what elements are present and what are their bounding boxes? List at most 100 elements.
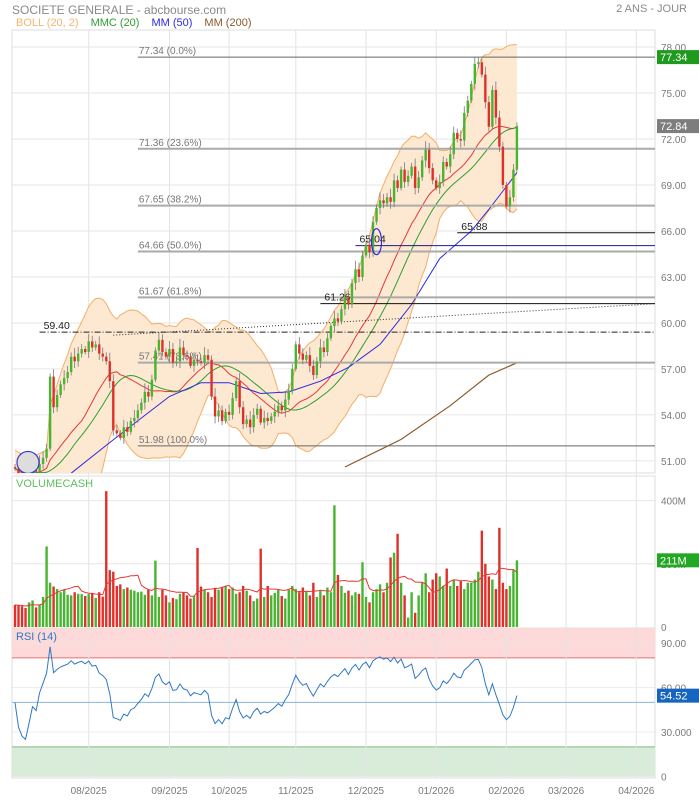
- volume-bar: [466, 582, 469, 627]
- volume-bar: [101, 596, 104, 627]
- volume-bar: [508, 585, 512, 627]
- volume-last-badge: 211M: [660, 555, 687, 567]
- fibonacci-label: 77.34 (0.0%): [139, 46, 196, 57]
- candle-body: [347, 296, 350, 305]
- price-tick-label: 60.00: [661, 319, 686, 330]
- x-tick-label: 01/2026: [418, 786, 455, 797]
- candle-body: [206, 355, 210, 360]
- candle-body: [48, 376, 52, 449]
- volume-bar: [273, 592, 276, 627]
- volume-bar: [399, 582, 403, 627]
- volume-bar: [217, 589, 220, 627]
- stock-chart[interactable]: 08/2025 09/2025 10/2025 11/2025 12/2025 01/20…: [0, 0, 699, 800]
- volume-bar: [98, 592, 101, 627]
- volume-bar: [413, 612, 417, 627]
- candle-body: [368, 244, 371, 253]
- candle-body: [259, 408, 262, 423]
- candle-body: [126, 427, 129, 432]
- candle-body: [234, 381, 238, 399]
- volume-bar: [438, 576, 441, 627]
- volume-bar: [94, 597, 97, 627]
- volume-bar: [203, 589, 206, 627]
- candle-body: [491, 89, 494, 127]
- volume-bar: [80, 594, 83, 627]
- volume-bar: [357, 593, 361, 627]
- volume-bar: [470, 582, 473, 627]
- candle-body: [435, 180, 438, 189]
- candle-body: [84, 349, 87, 353]
- candle-body: [150, 379, 154, 397]
- volume-bar: [294, 589, 297, 627]
- volume-bar: [319, 590, 322, 627]
- volume-bar: [431, 579, 434, 627]
- x-tick-label: 04/2026: [618, 786, 655, 797]
- candle-body: [196, 359, 199, 362]
- volume-bar: [20, 606, 24, 627]
- candle-body: [427, 149, 431, 169]
- candle-body: [80, 349, 83, 354]
- candle-body: [168, 349, 171, 357]
- candle-body: [203, 355, 206, 363]
- candle-body: [449, 154, 452, 167]
- candle-body: [508, 197, 512, 207]
- candle-body: [52, 376, 55, 408]
- volume-bar: [24, 608, 27, 627]
- volume-bar: [41, 596, 45, 627]
- volume-bar: [378, 584, 382, 627]
- candle-body: [178, 347, 182, 362]
- volume-bar: [171, 597, 175, 627]
- fibonacci-label: 64.66 (50.0%): [139, 241, 202, 252]
- candle-body: [252, 414, 255, 428]
- candle-body: [326, 338, 329, 353]
- candle-body: [477, 62, 480, 64]
- volume-bar: [371, 592, 375, 627]
- candle-body: [238, 381, 241, 408]
- candle-body: [157, 339, 161, 351]
- candle-body: [105, 356, 108, 362]
- candle-body: [487, 102, 491, 127]
- x-tick-label: 10/2025: [211, 786, 248, 797]
- candle-body: [69, 356, 73, 372]
- volume-bar: [452, 579, 455, 627]
- volume-bar: [59, 592, 62, 627]
- candle-body: [392, 180, 396, 202]
- volume-bar: [119, 584, 122, 627]
- volume-bar: [484, 563, 487, 627]
- candle-body: [512, 169, 515, 198]
- candle-body: [199, 361, 203, 363]
- fibonacci-label: 67.65 (38.2%): [139, 195, 202, 206]
- volume-bar: [154, 560, 157, 627]
- volume-bar: [396, 533, 399, 627]
- volume-bar: [48, 582, 52, 627]
- highlight-circle: [16, 450, 40, 473]
- candle-body: [192, 359, 196, 366]
- candle-body: [91, 341, 94, 348]
- candle: [501, 141, 505, 189]
- volume-bar: [287, 589, 290, 627]
- volume-bar: [213, 588, 217, 627]
- candle-body: [396, 180, 399, 189]
- candle-body: [308, 355, 312, 366]
- rsi-tick-label: 90.00: [661, 639, 686, 650]
- volume-bar: [87, 594, 90, 627]
- candle-body: [241, 407, 245, 425]
- volume-bar: [336, 574, 340, 627]
- candle-body: [375, 207, 378, 222]
- candle-body: [154, 350, 157, 380]
- candle-body: [273, 411, 276, 417]
- volume-bar: [340, 585, 343, 627]
- x-tick-label: 12/2025: [348, 786, 385, 797]
- volume-bar: [38, 604, 41, 627]
- candle-body: [333, 318, 336, 327]
- candle-body: [389, 197, 392, 202]
- volume-bar: [368, 602, 371, 627]
- volume-bar: [301, 587, 305, 627]
- volume-bar: [427, 592, 431, 627]
- volume-bar: [105, 491, 108, 627]
- volume-bar: [168, 602, 171, 627]
- volume-bar: [178, 593, 182, 627]
- candle-body: [164, 352, 168, 357]
- candle-body: [189, 356, 192, 366]
- candle-body: [59, 384, 62, 395]
- candle-body: [76, 353, 80, 362]
